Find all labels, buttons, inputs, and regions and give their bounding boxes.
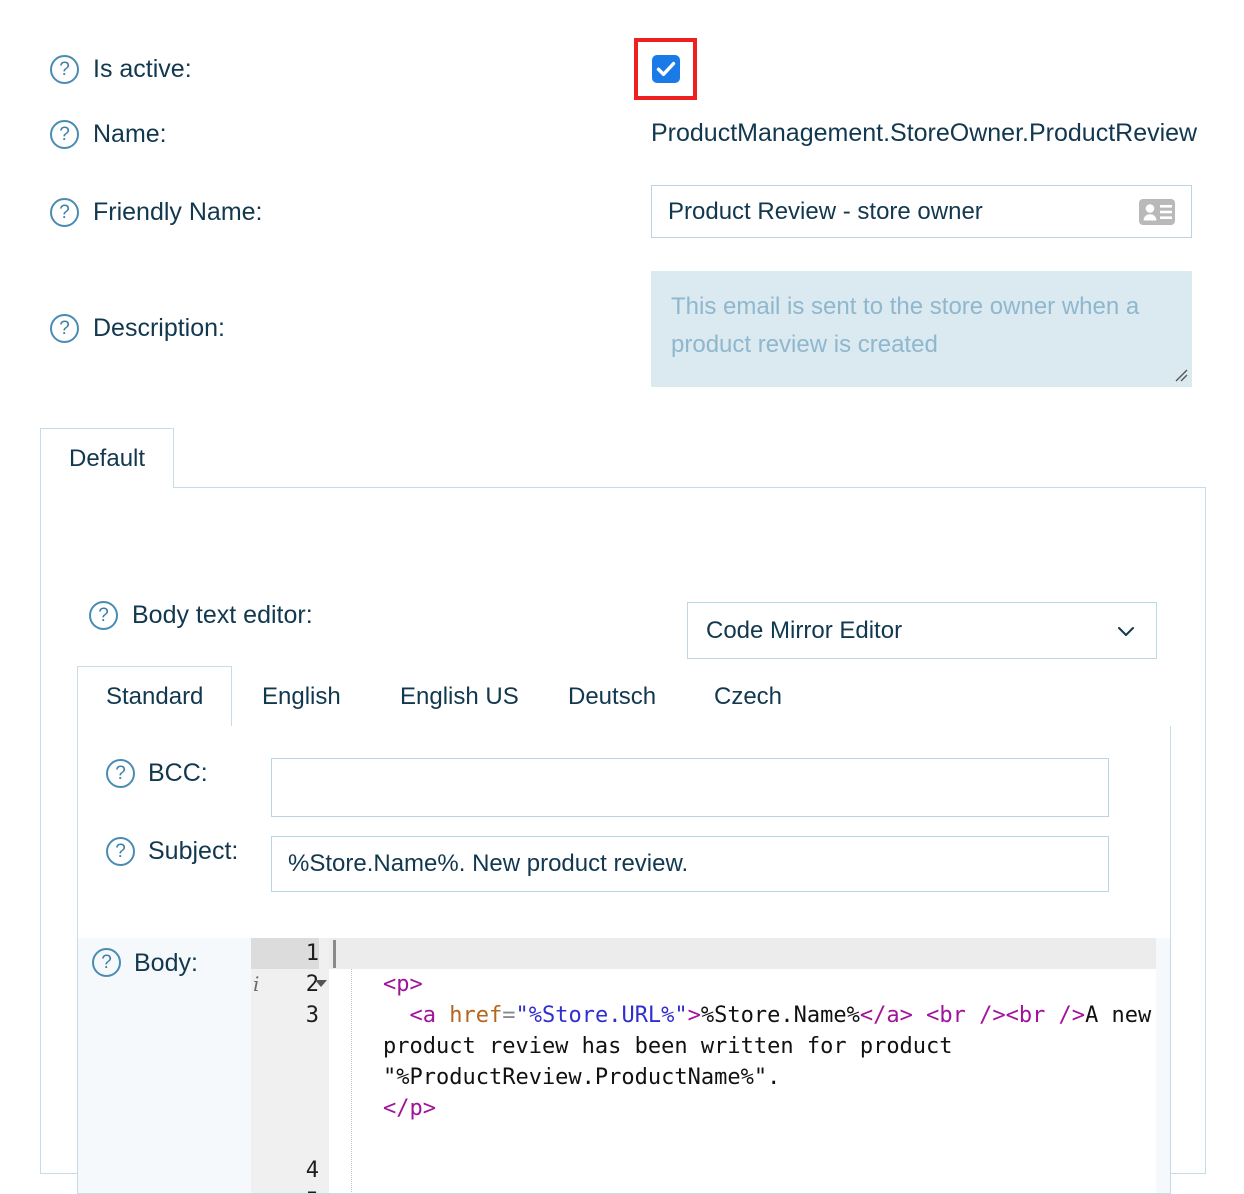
gutter-line-number: 5 xyxy=(306,1189,319,1194)
help-circle-icon[interactable]: ? xyxy=(50,314,79,343)
help-circle-icon[interactable]: ? xyxy=(92,948,121,977)
editor-right-gutter xyxy=(1156,938,1171,1194)
friendly-name-input[interactable] xyxy=(652,186,1137,237)
code-token-p-close: </p> xyxy=(383,1096,436,1121)
tab-default[interactable]: Default xyxy=(40,428,174,488)
tab-standard[interactable]: Standard xyxy=(77,666,232,726)
name-value: ProductManagement.StoreOwner.ProductRevi… xyxy=(651,119,1197,148)
gutter-line-2[interactable]: i 2 xyxy=(251,969,319,1000)
gutter-line-4[interactable]: 4 xyxy=(251,1155,319,1186)
gutter-line-number: 1 xyxy=(306,941,319,966)
field-row-description: ? Description: xyxy=(50,313,225,343)
bcc-label: BCC: xyxy=(148,758,208,788)
gutter-line-5[interactable]: 5 xyxy=(251,1186,319,1194)
is-active-label: Is active: xyxy=(93,54,192,84)
tab-czech[interactable]: Czech xyxy=(685,666,811,726)
gutter-line-number: 3 xyxy=(306,1003,319,1028)
language-tab-group: Standard English English US Deutsch Czec… xyxy=(77,666,1171,1194)
body-text-editor-selected-value: Code Mirror Editor xyxy=(706,617,1114,645)
email-template-form-page: ? Is active: ? Name: ProductManagement.S… xyxy=(0,0,1244,1174)
description-textarea[interactable]: This email is sent to the store owner wh… xyxy=(651,271,1192,387)
gutter-line-number: 4 xyxy=(306,1158,319,1183)
fold-arrow-icon[interactable] xyxy=(315,980,327,987)
language-tabstrip: Standard English English US Deutsch Czec… xyxy=(77,666,1171,726)
indent-guide xyxy=(351,969,352,1194)
body-text-editor-label: Body text editor: xyxy=(132,600,313,630)
code-editor-content[interactable]: <p> <a href="%Store.URL%">%Store.Name%</… xyxy=(329,938,1171,1194)
code-token-a-open: <a xyxy=(410,1003,450,1028)
gutter-line-3[interactable]: 3 xyxy=(251,1000,319,1031)
code-token-gt: > xyxy=(688,1003,701,1028)
gutter-line-spacer xyxy=(251,1031,319,1155)
code-token-br1: <br /> xyxy=(913,1003,1006,1028)
subject-label: Subject: xyxy=(148,836,238,866)
subject-input[interactable] xyxy=(271,836,1109,892)
contact-card-icon[interactable] xyxy=(1137,197,1177,227)
is-active-checkbox[interactable] xyxy=(652,55,680,83)
body-text-editor-select[interactable]: Code Mirror Editor xyxy=(687,602,1157,659)
outer-tab-panel-default: ? Body text editor: Code Mirror Editor S… xyxy=(40,488,1206,1174)
help-circle-icon[interactable]: ? xyxy=(50,198,79,227)
field-row-subject: ? Subject: xyxy=(106,836,1109,892)
help-circle-icon[interactable]: ? xyxy=(50,55,79,84)
body-label-cell: ? Body: xyxy=(78,938,251,1194)
tab-deutsch[interactable]: Deutsch xyxy=(539,666,685,726)
help-circle-icon[interactable]: ? xyxy=(50,120,79,149)
tab-czech-label: Czech xyxy=(714,683,782,711)
help-circle-icon[interactable]: ? xyxy=(106,837,135,866)
code-text: <p> <a href="%Store.URL%">%Store.Name%</… xyxy=(355,938,1171,1124)
language-tab-panel-standard: ? BCC: ? Subject: xyxy=(77,726,1171,1194)
chevron-down-icon xyxy=(1114,619,1138,643)
field-row-friendly-name: ? Friendly Name: xyxy=(50,197,263,227)
help-circle-icon[interactable]: ? xyxy=(89,601,118,630)
bcc-input[interactable] xyxy=(271,758,1109,817)
outer-tabstrip: Default xyxy=(40,428,1206,488)
code-editor-gutter: 1 i 2 3 4 5 xyxy=(251,938,329,1194)
code-token-attr-value: "%Store.URL%" xyxy=(515,1003,687,1028)
name-label: Name: xyxy=(93,119,167,149)
text-cursor xyxy=(333,940,336,968)
code-token-store-name: %Store.Name% xyxy=(701,1003,860,1028)
code-token-p-open: <p> xyxy=(383,972,423,997)
tab-english-us-label: English US xyxy=(400,683,519,711)
tab-standard-label: Standard xyxy=(106,683,203,711)
tab-english-label: English xyxy=(262,683,341,711)
tab-english-us[interactable]: English US xyxy=(371,666,548,726)
tab-english[interactable]: English xyxy=(233,666,370,726)
tab-deutsch-label: Deutsch xyxy=(568,683,656,711)
code-token-br2: <br /> xyxy=(1006,1003,1085,1028)
gutter-line-1[interactable]: 1 xyxy=(251,938,319,969)
code-token-a-close: </a> xyxy=(860,1003,913,1028)
help-circle-icon[interactable]: ? xyxy=(106,759,135,788)
body-label: Body: xyxy=(134,948,198,978)
field-row-is-active: ? Is active: xyxy=(50,54,192,84)
field-row-name: ? Name: xyxy=(50,119,167,149)
friendly-name-input-wrapper xyxy=(651,185,1192,238)
field-row-bcc: ? BCC: xyxy=(106,758,1109,817)
description-label: Description: xyxy=(93,313,225,343)
code-token-attr-href: href xyxy=(449,1003,502,1028)
friendly-name-label: Friendly Name: xyxy=(93,197,263,227)
tab-default-label: Default xyxy=(69,445,145,473)
code-token-equals: = xyxy=(502,1003,515,1028)
field-row-body-text-editor: ? Body text editor: xyxy=(89,600,313,630)
info-icon[interactable]: i xyxy=(253,969,259,1000)
code-mirror-editor[interactable]: 1 i 2 3 4 5 xyxy=(251,938,1171,1194)
field-row-body: ? Body: 1 i 2 3 xyxy=(78,938,1171,1194)
outer-tab-group: Default ? Body text editor: Code Mirror … xyxy=(40,428,1206,1174)
